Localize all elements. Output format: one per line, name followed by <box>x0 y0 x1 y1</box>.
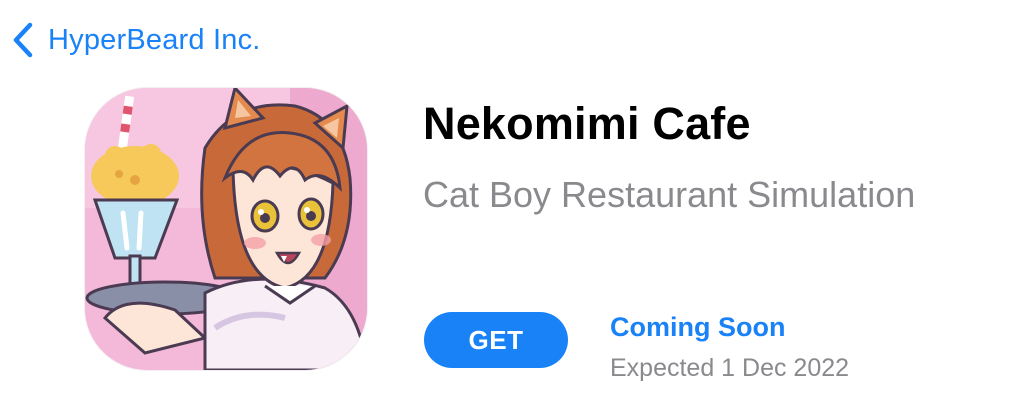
expected-release-date: Expected 1 Dec 2022 <box>610 354 850 382</box>
back-button[interactable]: HyperBeard Inc. <box>10 20 261 60</box>
chevron-left-icon <box>10 20 36 60</box>
back-button-label: HyperBeard Inc. <box>48 23 261 56</box>
app-title: Nekomimi Cafe <box>423 98 751 149</box>
coming-soon-status: Coming Soon <box>610 312 786 342</box>
app-subtitle: Cat Boy Restaurant Simulation <box>423 174 916 215</box>
app-icon <box>85 88 367 370</box>
get-button[interactable]: GET <box>424 312 568 368</box>
